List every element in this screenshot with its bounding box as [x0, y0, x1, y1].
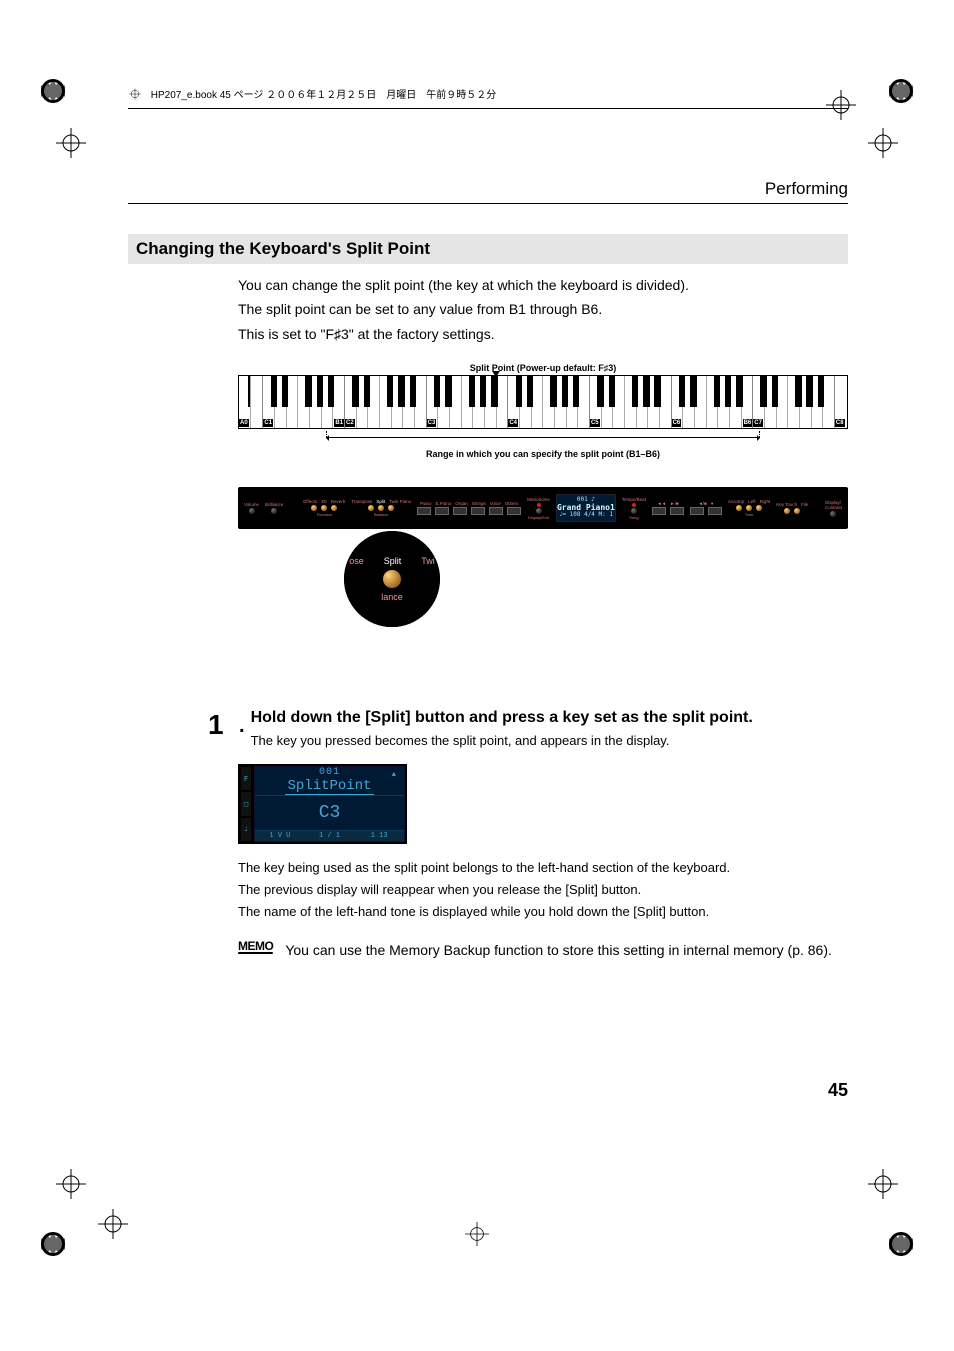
post-step-paragraphs: The key being used as the split point be… [238, 858, 848, 922]
effects-button-icon [311, 505, 317, 511]
cross-mark-bottom-right [868, 1169, 898, 1199]
step-title: Hold down the [Split] button and press a… [251, 709, 848, 727]
display-bottom-bar: 1 V U 1 / 1 1 13 [255, 831, 404, 841]
note-label-c7: C7 [753, 419, 763, 427]
split-button-zoom-icon [383, 570, 401, 588]
display-title: SplitPoint [285, 778, 373, 795]
subsection-title: Changing the Keyboard's Split Point [128, 234, 848, 264]
note-label-c6: C6 [672, 419, 682, 427]
zoom-right-text: Twi [421, 556, 435, 566]
note-label-b1: B1 [334, 419, 344, 427]
section-rule [128, 203, 848, 204]
panel-zoom-circle: ose Split Twi lance [344, 531, 440, 627]
print-header: HP207_e.book 45 ページ ２００６年１２月２５日 月曜日 午前９時… [128, 86, 848, 104]
metronome-led-icon [537, 503, 541, 507]
keyboard-graphic: A0 C1 B1 C2 [238, 375, 848, 429]
transpose-button-icon [368, 505, 374, 511]
cross-mark-bottom-left [56, 1169, 86, 1199]
register-icon [128, 87, 142, 104]
note-label-c1: C1 [263, 419, 273, 427]
cross-mark-bottom-left-2 [98, 1209, 128, 1239]
after-line-1: The key being used as the split point be… [238, 858, 848, 878]
range-indicator [238, 431, 848, 445]
cross-mark-bottom-center [465, 1222, 489, 1246]
print-header-text: HP207_e.book 45 ページ ２００６年１２月２５日 月曜日 午前９時… [151, 90, 496, 101]
step-number: 1 [208, 711, 238, 752]
tempo-button-icon [631, 508, 637, 514]
intro-paragraphs: You can change the split point (the key … [238, 274, 848, 345]
intro-line-2: The split point can be set to any value … [238, 298, 848, 320]
cross-mark-top-left [56, 128, 86, 158]
twin-piano-button-icon [388, 505, 394, 511]
note-label-c8: C8 [835, 419, 845, 427]
display-figure: F □ ♩ 001 ▲ SplitPoint C3 1 V U 1 / 1 1 … [238, 764, 407, 844]
note-label-c5: C5 [590, 419, 600, 427]
header-rule [128, 108, 848, 109]
memo-text: You can use the Memory Backup function t… [285, 940, 848, 961]
cross-mark-top-right [868, 128, 898, 158]
reg-mark-top-left [38, 76, 68, 106]
reg-mark-bottom-right [886, 1229, 916, 1259]
intro-line-3: This is set to "F♯3" at the factory sett… [238, 323, 848, 345]
intro-line-1: You can change the split point (the key … [238, 274, 848, 296]
zoom-left-text: ose [349, 556, 364, 566]
3d-button-icon [321, 505, 327, 511]
contrast-knob-icon [830, 511, 836, 517]
panel-lcd: 001 ♪ Grand Piano1 ♩= 108 4/4 M: 1 [556, 494, 616, 522]
reg-mark-bottom-left [38, 1229, 68, 1259]
keyboard-caption-bottom: Range in which you can specify the split… [238, 449, 848, 459]
page-number: 45 [828, 1080, 848, 1101]
volume-knob-icon [249, 508, 255, 514]
note-label-c4: C4 [508, 419, 518, 427]
reverb-button-icon [331, 505, 337, 511]
panel-strip: Volume Brilliance Effects3DReverb Functi… [238, 487, 848, 529]
sharp-icon: ♯ [334, 323, 341, 345]
display-side-labels: F □ ♩ [240, 766, 252, 842]
split-button-icon [378, 505, 384, 511]
memo-block: MEMO You can use the Memory Backup funct… [238, 940, 848, 961]
metronome-button-icon [536, 508, 542, 514]
step-line-1: The key you pressed becomes the split po… [251, 733, 848, 748]
keyboard-caption-top: Split Point (Power-up default: F♯3) [238, 363, 848, 373]
note-label-c2: C2 [345, 419, 355, 427]
note-label-c3: C3 [427, 419, 437, 427]
display-value: C3 [255, 796, 404, 831]
brilliance-knob-icon [271, 508, 277, 514]
after-line-2: The previous display will reappear when … [238, 880, 848, 900]
panel-figure: Volume Brilliance Effects3DReverb Functi… [238, 487, 848, 529]
tempo-led-icon [632, 503, 636, 507]
step-1: 1 . Hold down the [Split] button and pre… [208, 709, 848, 750]
step-dot: . [239, 715, 245, 756]
section-running-head: Performing [128, 179, 848, 199]
zoom-center-text: Split [384, 556, 402, 566]
after-line-3: The name of the left-hand tone is displa… [238, 902, 848, 922]
display-index: 001 [319, 767, 340, 778]
memo-icon: MEMO [238, 940, 273, 952]
zoom-bottom-text: lance [349, 592, 435, 602]
keyboard-figure: Split Point (Power-up default: F♯3) A0 [238, 363, 848, 459]
reg-mark-top-right [886, 76, 916, 106]
note-label-b6: B6 [743, 419, 753, 427]
display-triangle-icon: ▲ [392, 771, 396, 779]
note-label-a0: A0 [239, 419, 249, 427]
